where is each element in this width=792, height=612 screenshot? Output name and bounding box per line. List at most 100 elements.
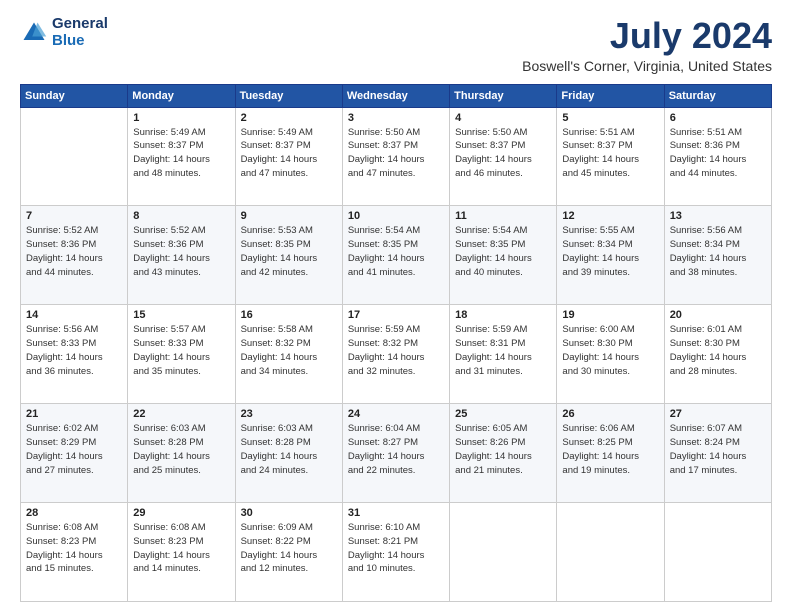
calendar-cell — [664, 503, 771, 602]
day-info: Sunrise: 5:52 AM Sunset: 8:36 PM Dayligh… — [133, 224, 229, 279]
day-info: Sunrise: 6:05 AM Sunset: 8:26 PM Dayligh… — [455, 422, 551, 477]
day-header-saturday: Saturday — [664, 84, 771, 107]
logo-blue: Blue — [52, 33, 108, 50]
day-number: 12 — [562, 210, 658, 222]
day-number: 17 — [348, 309, 444, 321]
day-info: Sunrise: 6:02 AM Sunset: 8:29 PM Dayligh… — [26, 422, 122, 477]
day-info: Sunrise: 5:58 AM Sunset: 8:32 PM Dayligh… — [241, 323, 337, 378]
day-number: 29 — [133, 507, 229, 519]
day-number: 8 — [133, 210, 229, 222]
calendar-cell: 27 Sunrise: 6:07 AM Sunset: 8:24 PM Dayli… — [664, 404, 771, 503]
day-header-monday: Monday — [128, 84, 235, 107]
page-header: General Blue July 2024 Boswell's Corner,… — [20, 16, 772, 74]
day-info: Sunrise: 5:51 AM Sunset: 8:37 PM Dayligh… — [562, 126, 658, 181]
logo-icon — [20, 19, 48, 47]
calendar-cell: 7 Sunrise: 5:52 AM Sunset: 8:36 PM Daylig… — [21, 206, 128, 305]
day-number: 30 — [241, 507, 337, 519]
calendar-cell: 4 Sunrise: 5:50 AM Sunset: 8:37 PM Daylig… — [450, 107, 557, 206]
day-number: 3 — [348, 112, 444, 124]
day-number: 31 — [348, 507, 444, 519]
day-info: Sunrise: 5:56 AM Sunset: 8:34 PM Dayligh… — [670, 224, 766, 279]
calendar-cell: 26Sunrise: 6:06 AM Sunset: 8:25 PM Dayli… — [557, 404, 664, 503]
calendar-cell: 21 Sunrise: 6:02 AM Sunset: 8:29 PM Dayli… — [21, 404, 128, 503]
day-number: 4 — [455, 112, 551, 124]
day-info: Sunrise: 6:09 AM Sunset: 8:22 PM Dayligh… — [241, 521, 337, 576]
day-header-tuesday: Tuesday — [235, 84, 342, 107]
day-info: Sunrise: 6:00 AM Sunset: 8:30 PM Dayligh… — [562, 323, 658, 378]
day-info: Sunrise: 5:54 AM Sunset: 8:35 PM Dayligh… — [455, 224, 551, 279]
calendar-cell: 29 Sunrise: 6:08 AM Sunset: 8:23 PM Dayli… — [128, 503, 235, 602]
day-number: 10 — [348, 210, 444, 222]
calendar-cell: 30 Sunrise: 6:09 AM Sunset: 8:22 PM Dayli… — [235, 503, 342, 602]
calendar-cell — [557, 503, 664, 602]
calendar-cell: 25 Sunrise: 6:05 AM Sunset: 8:26 PM Dayli… — [450, 404, 557, 503]
logo-general: General — [52, 16, 108, 33]
day-info: Sunrise: 5:51 AM Sunset: 8:36 PM Dayligh… — [670, 126, 766, 181]
day-number: 27 — [670, 408, 766, 420]
day-number: 14 — [26, 309, 122, 321]
day-number: 21 — [26, 408, 122, 420]
calendar-cell: 11Sunrise: 5:54 AM Sunset: 8:35 PM Dayli… — [450, 206, 557, 305]
day-info: Sunrise: 5:53 AM Sunset: 8:35 PM Dayligh… — [241, 224, 337, 279]
calendar-cell: 12 Sunrise: 5:55 AM Sunset: 8:34 PM Dayli… — [557, 206, 664, 305]
day-header-friday: Friday — [557, 84, 664, 107]
day-info: Sunrise: 6:07 AM Sunset: 8:24 PM Dayligh… — [670, 422, 766, 477]
day-info: Sunrise: 5:52 AM Sunset: 8:36 PM Dayligh… — [26, 224, 122, 279]
calendar-cell: 6 Sunrise: 5:51 AM Sunset: 8:36 PM Daylig… — [664, 107, 771, 206]
day-number: 2 — [241, 112, 337, 124]
day-info: Sunrise: 5:54 AM Sunset: 8:35 PM Dayligh… — [348, 224, 444, 279]
day-info: Sunrise: 6:06 AM Sunset: 8:25 PM Dayligh… — [562, 422, 658, 477]
calendar-cell: 9 Sunrise: 5:53 AM Sunset: 8:35 PM Daylig… — [235, 206, 342, 305]
day-info: Sunrise: 6:08 AM Sunset: 8:23 PM Dayligh… — [26, 521, 122, 576]
day-info: Sunrise: 5:59 AM Sunset: 8:32 PM Dayligh… — [348, 323, 444, 378]
day-number: 6 — [670, 112, 766, 124]
day-number: 28 — [26, 507, 122, 519]
day-info: Sunrise: 5:50 AM Sunset: 8:37 PM Dayligh… — [455, 126, 551, 181]
day-info: Sunrise: 5:49 AM Sunset: 8:37 PM Dayligh… — [133, 126, 229, 181]
calendar-cell: 19 Sunrise: 6:00 AM Sunset: 8:30 PM Dayli… — [557, 305, 664, 404]
day-number: 19 — [562, 309, 658, 321]
day-info: Sunrise: 6:08 AM Sunset: 8:23 PM Dayligh… — [133, 521, 229, 576]
calendar-week-4: 21 Sunrise: 6:02 AM Sunset: 8:29 PM Dayli… — [21, 404, 772, 503]
calendar-cell: 3 Sunrise: 5:50 AM Sunset: 8:37 PM Daylig… — [342, 107, 449, 206]
day-number: 7 — [26, 210, 122, 222]
day-info: Sunrise: 6:01 AM Sunset: 8:30 PM Dayligh… — [670, 323, 766, 378]
day-info: Sunrise: 5:49 AM Sunset: 8:37 PM Dayligh… — [241, 126, 337, 181]
calendar-cell: 15Sunrise: 5:57 AM Sunset: 8:33 PM Dayli… — [128, 305, 235, 404]
day-number: 23 — [241, 408, 337, 420]
day-info: Sunrise: 5:55 AM Sunset: 8:34 PM Dayligh… — [562, 224, 658, 279]
calendar-week-1: 1 Sunrise: 5:49 AM Sunset: 8:37 PM Daylig… — [21, 107, 772, 206]
month-title: July 2024 — [522, 16, 772, 56]
day-info: Sunrise: 6:03 AM Sunset: 8:28 PM Dayligh… — [133, 422, 229, 477]
day-number: 22 — [133, 408, 229, 420]
title-area: July 2024 Boswell's Corner, Virginia, Un… — [522, 16, 772, 74]
day-info: Sunrise: 5:50 AM Sunset: 8:37 PM Dayligh… — [348, 126, 444, 181]
day-header-wednesday: Wednesday — [342, 84, 449, 107]
day-number: 16 — [241, 309, 337, 321]
calendar-cell: 5Sunrise: 5:51 AM Sunset: 8:37 PM Daylig… — [557, 107, 664, 206]
calendar-cell: 22 Sunrise: 6:03 AM Sunset: 8:28 PM Dayli… — [128, 404, 235, 503]
calendar-week-2: 7 Sunrise: 5:52 AM Sunset: 8:36 PM Daylig… — [21, 206, 772, 305]
calendar-cell: 18 Sunrise: 5:59 AM Sunset: 8:31 PM Dayli… — [450, 305, 557, 404]
day-number: 1 — [133, 112, 229, 124]
calendar-cell: 1 Sunrise: 5:49 AM Sunset: 8:37 PM Daylig… — [128, 107, 235, 206]
calendar-cell — [21, 107, 128, 206]
calendar-week-3: 14Sunrise: 5:56 AM Sunset: 8:33 PM Dayli… — [21, 305, 772, 404]
day-number: 13 — [670, 210, 766, 222]
day-number: 18 — [455, 309, 551, 321]
calendar-cell: 13 Sunrise: 5:56 AM Sunset: 8:34 PM Dayli… — [664, 206, 771, 305]
day-number: 9 — [241, 210, 337, 222]
calendar-cell: 2 Sunrise: 5:49 AM Sunset: 8:37 PM Daylig… — [235, 107, 342, 206]
day-number: 25 — [455, 408, 551, 420]
day-info: Sunrise: 6:10 AM Sunset: 8:21 PM Dayligh… — [348, 521, 444, 576]
logo-text: General Blue — [52, 16, 108, 49]
day-info: Sunrise: 5:57 AM Sunset: 8:33 PM Dayligh… — [133, 323, 229, 378]
calendar-cell: 24Sunrise: 6:04 AM Sunset: 8:27 PM Dayli… — [342, 404, 449, 503]
calendar-cell: 17 Sunrise: 5:59 AM Sunset: 8:32 PM Dayli… — [342, 305, 449, 404]
calendar-table: SundayMondayTuesdayWednesdayThursdayFrid… — [20, 84, 772, 602]
calendar-cell — [450, 503, 557, 602]
day-info: Sunrise: 5:59 AM Sunset: 8:31 PM Dayligh… — [455, 323, 551, 378]
calendar-week-5: 28 Sunrise: 6:08 AM Sunset: 8:23 PM Dayli… — [21, 503, 772, 602]
day-header-sunday: Sunday — [21, 84, 128, 107]
calendar-cell: 20Sunrise: 6:01 AM Sunset: 8:30 PM Dayli… — [664, 305, 771, 404]
